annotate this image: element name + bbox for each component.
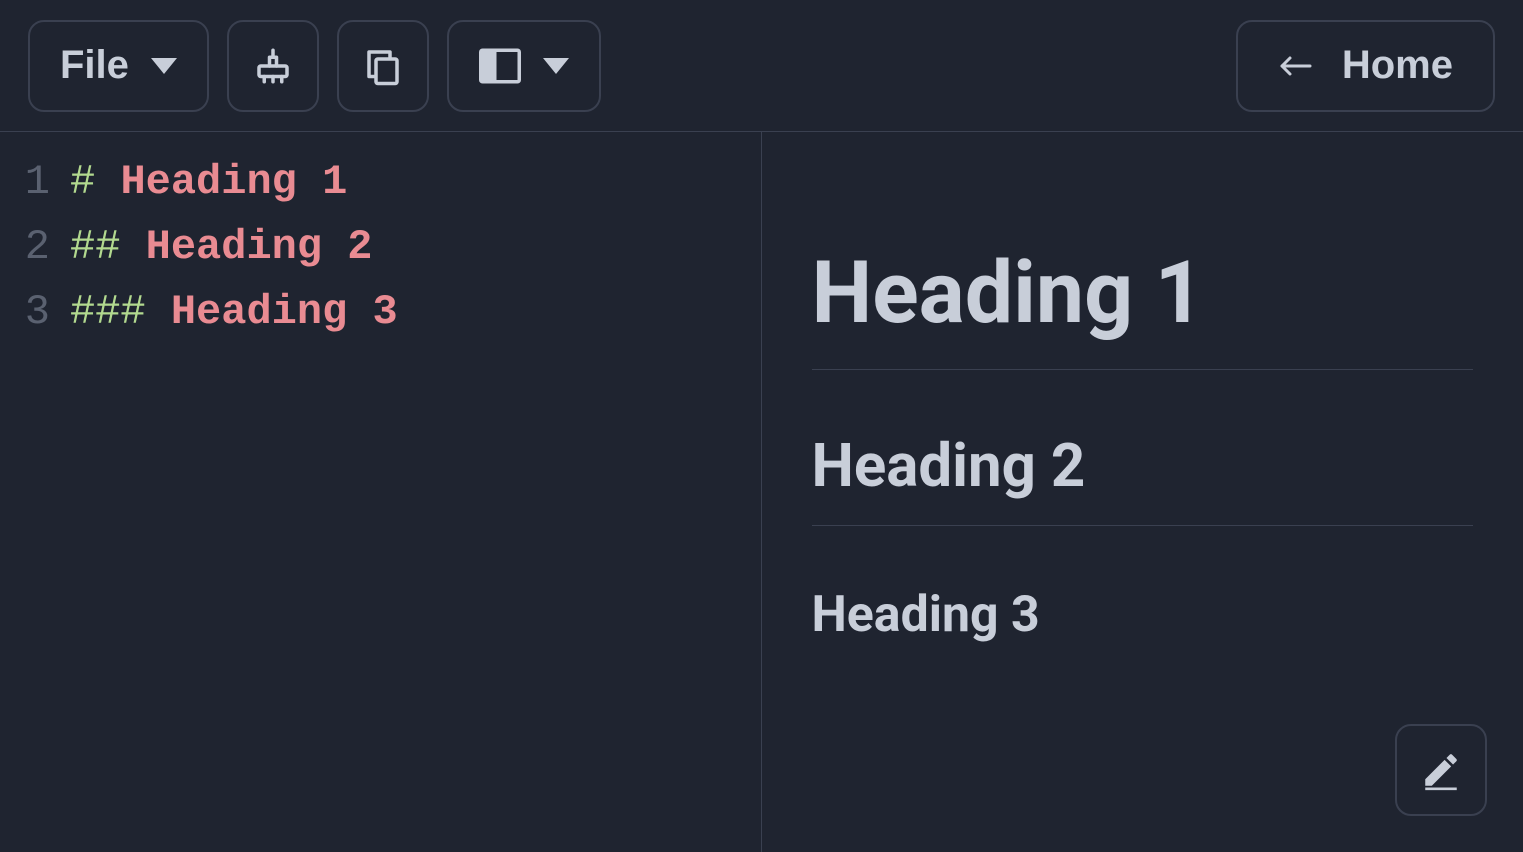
code-text[interactable]: # Heading 1: [70, 150, 347, 215]
copy-icon: [362, 45, 404, 87]
code-line[interactable]: 2 ## Heading 2: [0, 215, 761, 280]
home-button[interactable]: Home: [1236, 20, 1495, 112]
preview-heading-3: Heading 3: [812, 586, 1474, 644]
copy-button[interactable]: [337, 20, 429, 112]
format-button[interactable]: [227, 20, 319, 112]
brush-icon: [252, 45, 294, 87]
line-number: 2: [0, 215, 70, 280]
panel-left-icon: [479, 48, 521, 84]
line-number: 1: [0, 150, 70, 215]
editor-pane[interactable]: 1 # Heading 1 2 ## Heading 2 3 ### Headi…: [0, 132, 762, 852]
chevron-down-icon: [543, 58, 569, 74]
code-text[interactable]: ### Heading 3: [70, 280, 398, 345]
preview-pane: Heading 1 Heading 2 Heading 3: [762, 132, 1523, 852]
preview-heading-2: Heading 2: [812, 430, 1474, 526]
chevron-down-icon: [151, 58, 177, 74]
line-number: 3: [0, 280, 70, 345]
code-text[interactable]: ## Heading 2: [70, 215, 372, 280]
preview-heading-1: Heading 1: [812, 242, 1474, 370]
workspace: 1 # Heading 1 2 ## Heading 2 3 ### Headi…: [0, 132, 1523, 852]
file-menu-label: File: [60, 43, 129, 88]
edit-icon: [1420, 749, 1462, 791]
code-line[interactable]: 1 # Heading 1: [0, 150, 761, 215]
file-menu-button[interactable]: File: [28, 20, 209, 112]
code-line[interactable]: 3 ### Heading 3: [0, 280, 761, 345]
arrow-left-icon: [1278, 54, 1312, 78]
edit-fab-button[interactable]: [1395, 724, 1487, 816]
home-button-label: Home: [1342, 43, 1453, 88]
layout-menu-button[interactable]: [447, 20, 601, 112]
toolbar: File: [0, 0, 1523, 132]
